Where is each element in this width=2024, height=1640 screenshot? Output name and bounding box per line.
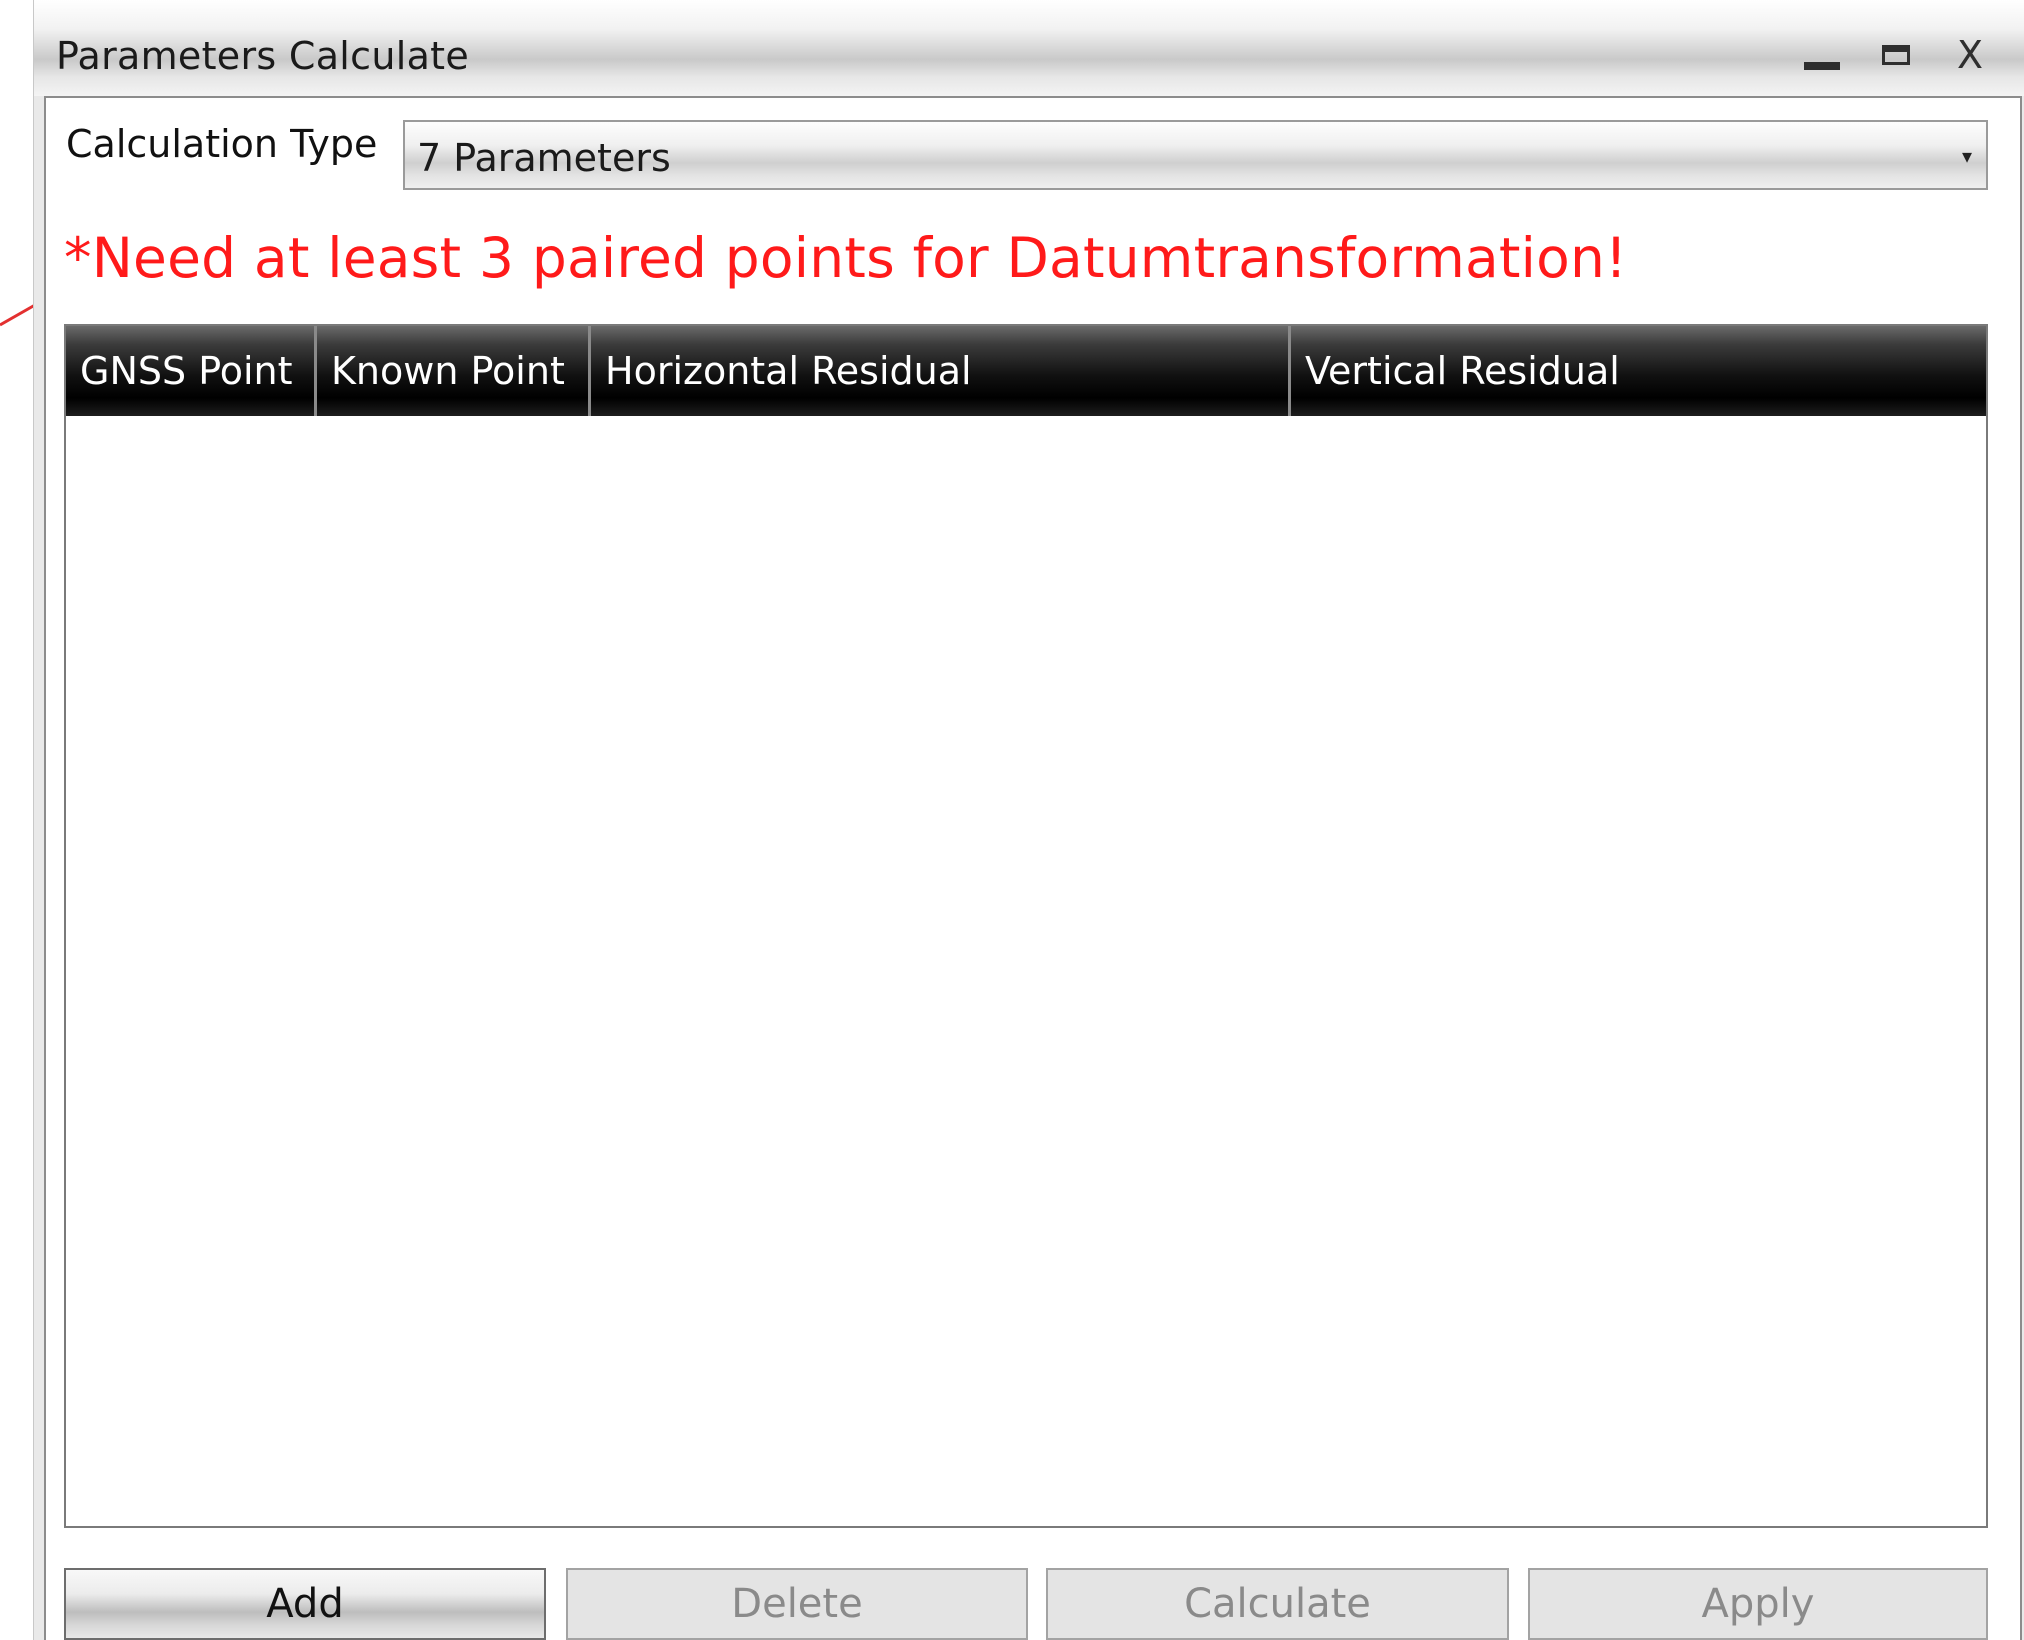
window-title: Parameters Calculate [56, 34, 470, 78]
column-header-vertical-residual[interactable]: Vertical Residual [1291, 326, 1986, 416]
table-body[interactable] [66, 416, 1986, 1526]
calculate-button[interactable]: Calculate [1046, 1568, 1509, 1640]
add-button[interactable]: Add [64, 1568, 546, 1640]
calculation-type-dropdown[interactable]: 7 Parameters ▾ [403, 120, 1988, 190]
parameters-calculate-window: Parameters Calculate X Calculation Type … [33, 0, 2024, 1640]
minimize-icon [1804, 62, 1840, 70]
maximize-icon [1882, 45, 1910, 65]
calculation-type-label: Calculation Type [66, 122, 378, 166]
chevron-down-icon: ▾ [1961, 144, 1972, 168]
column-header-horizontal-residual[interactable]: Horizontal Residual [591, 326, 1291, 416]
table-header: GNSS Point Known Point Horizontal Residu… [66, 326, 1986, 416]
delete-button[interactable]: Delete [566, 1568, 1028, 1640]
minimize-button[interactable] [1792, 30, 1852, 80]
paired-points-table[interactable]: GNSS Point Known Point Horizontal Residu… [64, 324, 1988, 1528]
maximize-button[interactable] [1866, 30, 1926, 80]
column-header-gnss-point[interactable]: GNSS Point [66, 326, 317, 416]
content-panel: Calculation Type 7 Parameters ▾ *Need at… [44, 96, 2022, 1640]
title-bar[interactable]: Parameters Calculate X [34, 0, 2024, 96]
calculation-type-value: 7 Parameters [417, 136, 671, 180]
close-button[interactable]: X [1940, 30, 2000, 80]
warning-message: *Need at least 3 paired points for Datum… [64, 226, 1628, 290]
page: Parameters Calculate X Calculation Type … [0, 0, 2024, 1640]
close-icon: X [1956, 33, 1984, 77]
apply-button[interactable]: Apply [1528, 1568, 1988, 1640]
column-header-known-point[interactable]: Known Point [317, 326, 591, 416]
